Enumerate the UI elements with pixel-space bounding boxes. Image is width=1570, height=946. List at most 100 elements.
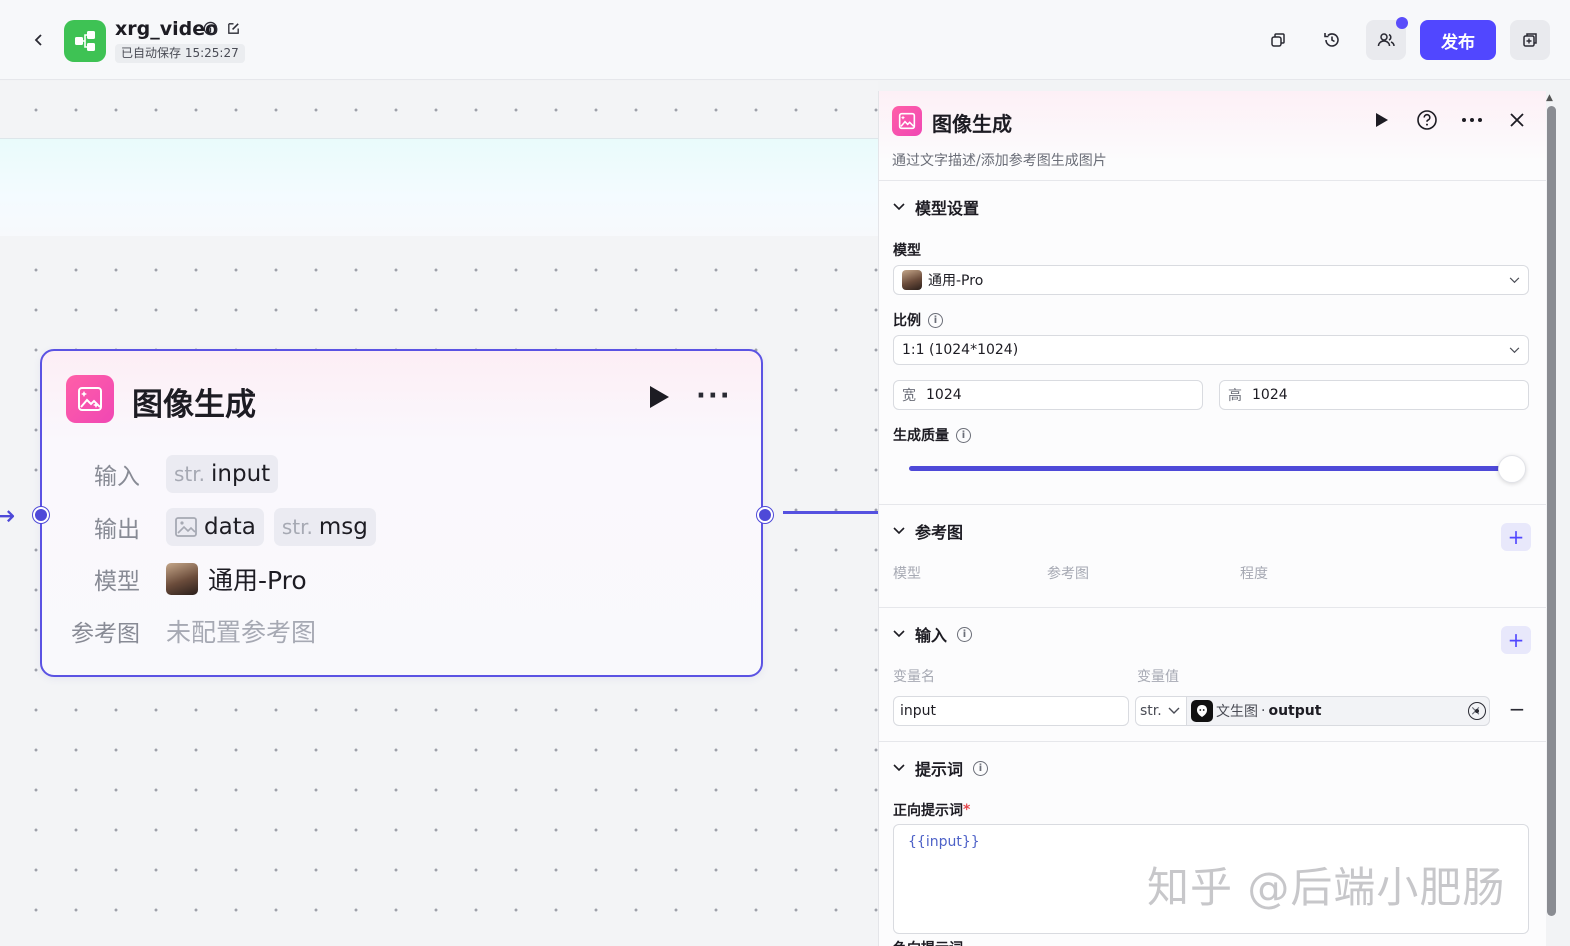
run-button[interactable] bbox=[1370, 108, 1394, 132]
model-select[interactable]: 通用-Pro bbox=[893, 265, 1529, 295]
width-value: 1024 bbox=[926, 387, 962, 403]
height-input[interactable]: 高 1024 bbox=[1219, 380, 1529, 410]
input-port[interactable] bbox=[33, 507, 49, 523]
remove-input-button[interactable]: − bbox=[1507, 698, 1527, 722]
input-header[interactable]: 输入 i bbox=[893, 622, 973, 646]
workflow-canvas[interactable]: → 图像生成 ··· 输入 str. input 输出 data str. ms… bbox=[0, 81, 878, 946]
copy-button[interactable] bbox=[1258, 20, 1298, 60]
type-str-tag: str. bbox=[174, 462, 206, 486]
node-input-label: 输入 bbox=[94, 464, 140, 490]
history-icon bbox=[1324, 33, 1339, 47]
info-icon[interactable]: i bbox=[973, 760, 989, 776]
scroll-up-icon[interactable]: ▲ bbox=[1546, 93, 1553, 103]
close-button[interactable] bbox=[1505, 108, 1529, 132]
node-input-chip: str. input bbox=[166, 455, 279, 493]
height-prefix: 高 bbox=[1228, 388, 1242, 404]
panel-scrollbar[interactable] bbox=[1547, 106, 1556, 916]
ratio-select[interactable]: 1:1 (1024*1024) bbox=[893, 335, 1529, 365]
panel-header: 图像生成 通过文字描述/添加参考图生成图片 bbox=[879, 91, 1546, 181]
target-icon[interactable] bbox=[1468, 702, 1486, 720]
top-actions: 发布 bbox=[1258, 17, 1550, 60]
col-header-model: 模型 bbox=[893, 566, 921, 582]
more-icon bbox=[1462, 118, 1482, 122]
title-icons bbox=[203, 21, 241, 36]
quality-slider-track[interactable] bbox=[909, 466, 1501, 471]
node-ref-row: 参考图 未配置参考图 bbox=[66, 613, 316, 649]
help-button[interactable] bbox=[1415, 108, 1439, 132]
node-ref-label: 参考图 bbox=[71, 621, 140, 647]
text-to-image-node-icon bbox=[1191, 700, 1213, 722]
node-output-msg-chip: str. msg bbox=[273, 508, 376, 546]
node-ref-value: 未配置参考图 bbox=[166, 618, 317, 647]
node-output-2-name: msg bbox=[318, 514, 368, 540]
watermark: 知乎 @后端小肥肠 bbox=[1147, 863, 1506, 912]
ref-separator: · bbox=[1261, 703, 1266, 719]
help-icon bbox=[1417, 110, 1437, 130]
ref-node-name: 文生图 bbox=[1216, 704, 1258, 720]
quality-slider-thumb[interactable] bbox=[1498, 455, 1526, 483]
positive-prompt-label: 正向提示词 bbox=[893, 803, 963, 819]
outgoing-edge[interactable] bbox=[783, 511, 878, 514]
users-icon bbox=[1377, 33, 1395, 47]
node-output-row: 输出 data str. msg bbox=[66, 508, 376, 546]
section-title: 参考图 bbox=[915, 523, 964, 542]
top-bar: xrg_video 已自动保存 15:25:27 发布 bbox=[0, 0, 1570, 80]
image-gen-node[interactable]: 图像生成 ··· 输入 str. input 输出 data str. msg … bbox=[40, 349, 763, 677]
section-title: 提示词 bbox=[915, 760, 964, 779]
collaborators-button[interactable] bbox=[1366, 17, 1408, 60]
run-node-icon[interactable] bbox=[648, 385, 670, 409]
node-more-icon[interactable]: ··· bbox=[696, 381, 732, 411]
panel-description: 通过文字描述/添加参考图生成图片 bbox=[892, 153, 1107, 169]
chevron-down-icon bbox=[893, 764, 905, 772]
info-icon[interactable]: i bbox=[957, 626, 973, 642]
incoming-edge-arrow-icon: → bbox=[0, 499, 16, 532]
copy-icon bbox=[1271, 33, 1285, 47]
add-reference-button[interactable]: + bbox=[1501, 523, 1531, 551]
type-str-tag: str. bbox=[281, 515, 313, 539]
ratio-select-value: 1:1 (1024*1024) bbox=[902, 342, 1019, 358]
more-button[interactable] bbox=[1460, 108, 1484, 132]
chevron-down-icon bbox=[893, 630, 905, 638]
var-type-value: str. bbox=[1140, 703, 1162, 719]
model-label: 模型 bbox=[893, 243, 921, 259]
section-title: 模型设置 bbox=[915, 199, 980, 218]
negative-prompt-label: 负向提示词 bbox=[893, 938, 963, 946]
edit-icon[interactable] bbox=[226, 21, 241, 36]
positive-prompt-label-row: 正向提示词 * bbox=[893, 800, 970, 820]
height-value: 1024 bbox=[1252, 387, 1288, 403]
info-icon[interactable]: i bbox=[928, 312, 943, 328]
node-output-1-name: data bbox=[204, 514, 256, 540]
history-button[interactable] bbox=[1312, 20, 1352, 60]
node-output-label: 输出 bbox=[94, 517, 140, 543]
add-input-button[interactable]: + bbox=[1501, 626, 1531, 654]
node-input-name: input bbox=[211, 461, 271, 487]
prompt-header[interactable]: 提示词 i bbox=[893, 756, 989, 780]
node-input-row: 输入 str. input bbox=[66, 455, 279, 493]
play-icon bbox=[1376, 113, 1388, 127]
model-select-value: 通用-Pro bbox=[928, 273, 984, 289]
info-icon[interactable] bbox=[203, 21, 218, 36]
publish-button[interactable]: 发布 bbox=[1420, 20, 1496, 60]
ratio-label: 比例 bbox=[893, 313, 921, 329]
info-icon[interactable]: i bbox=[956, 427, 971, 443]
canvas-group-band bbox=[0, 138, 878, 236]
col-header-var-name: 变量名 bbox=[893, 669, 935, 685]
width-input[interactable]: 宽 1024 bbox=[893, 380, 1203, 410]
output-port[interactable] bbox=[757, 507, 773, 523]
workflow-icon bbox=[75, 31, 95, 51]
var-reference-field[interactable]: 文生图 · output × bbox=[1187, 696, 1490, 726]
node-model-label: 模型 bbox=[94, 569, 140, 595]
chevron-down-icon bbox=[1168, 707, 1180, 714]
ref-var-name: output bbox=[1268, 703, 1322, 719]
width-prefix: 宽 bbox=[902, 388, 916, 404]
var-name-input[interactable]: input bbox=[893, 696, 1129, 726]
quality-label-row: 生成质量 i bbox=[893, 425, 971, 445]
layout-button[interactable] bbox=[1510, 20, 1550, 60]
image-gen-icon bbox=[66, 375, 114, 423]
image-gen-icon bbox=[892, 106, 922, 136]
model-avatar bbox=[166, 563, 198, 595]
back-button[interactable] bbox=[24, 25, 54, 55]
model-settings-header[interactable]: 模型设置 bbox=[893, 195, 979, 219]
reference-header[interactable]: 参考图 bbox=[893, 519, 963, 543]
var-type-select[interactable]: str. bbox=[1135, 696, 1187, 726]
